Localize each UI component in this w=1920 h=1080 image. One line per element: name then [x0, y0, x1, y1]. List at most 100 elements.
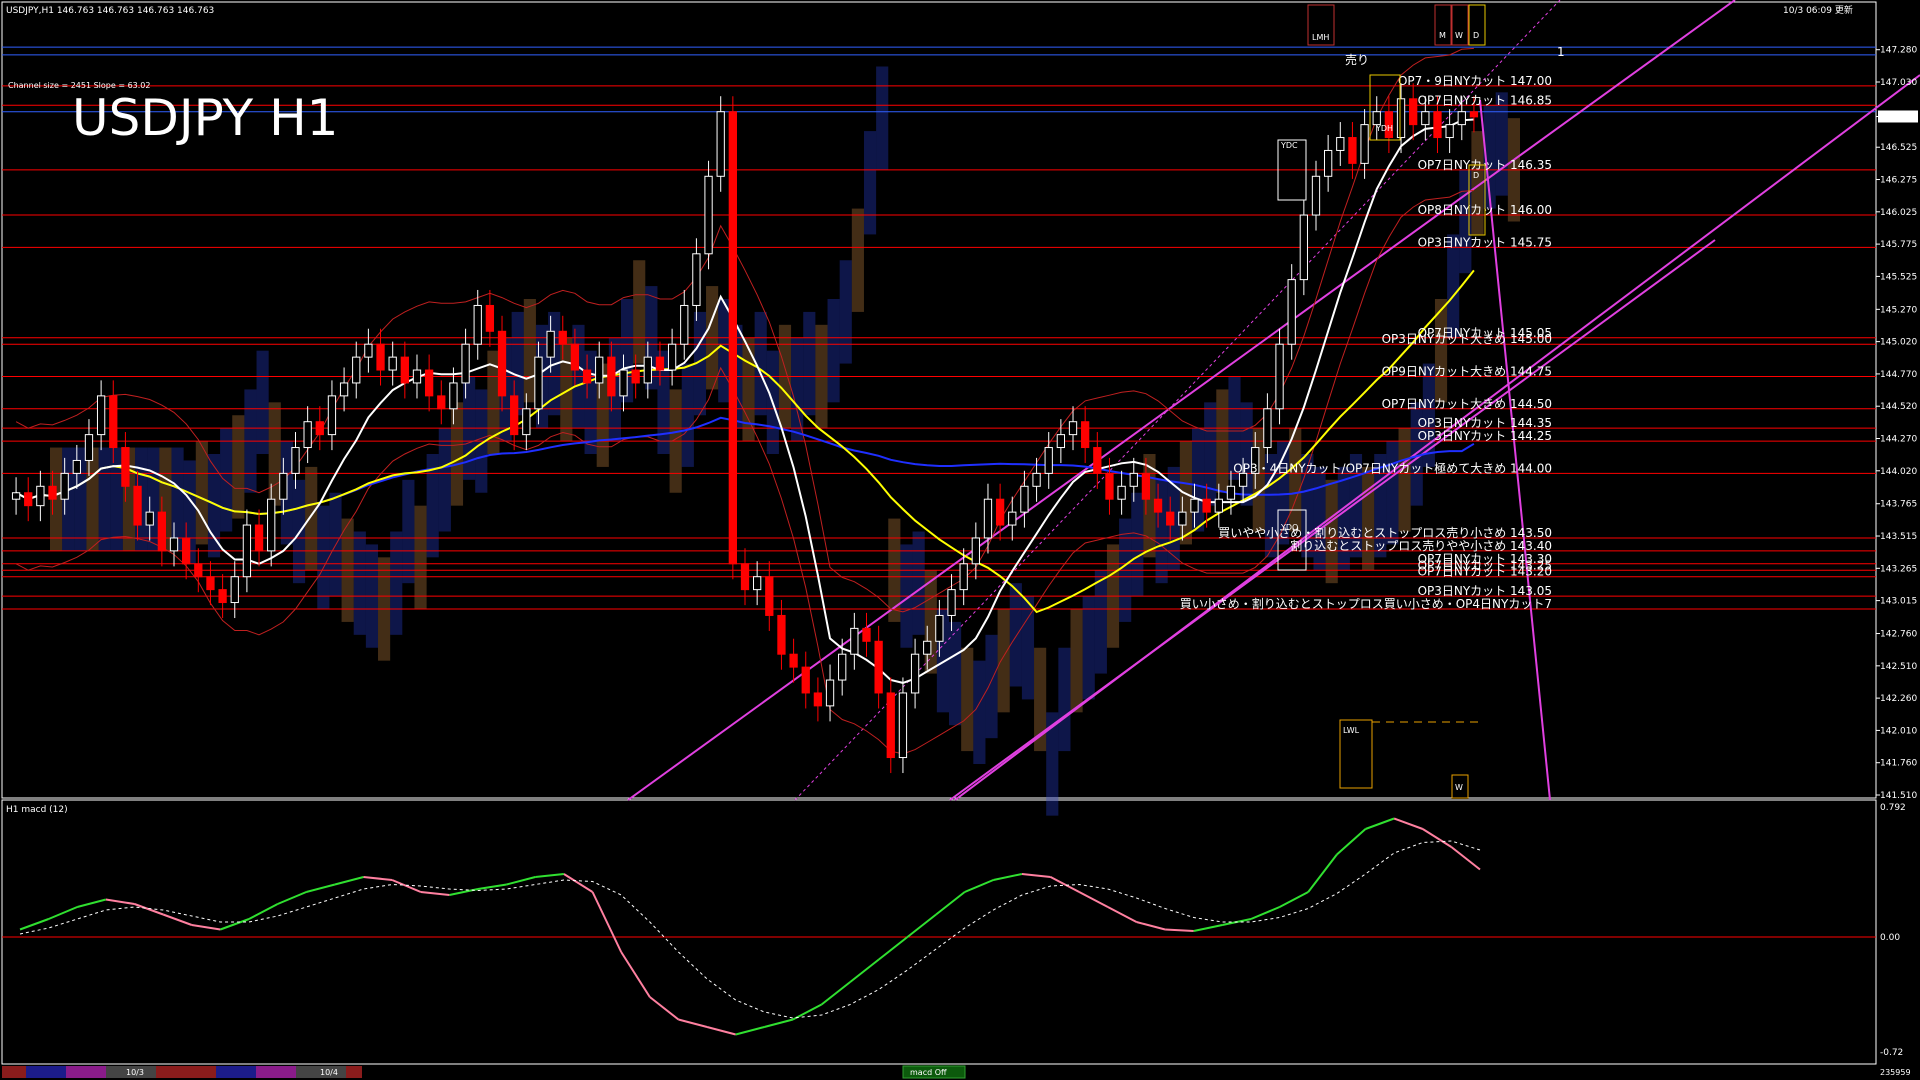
macd-seg-25 — [706, 1026, 736, 1036]
candle-body-46 — [570, 343, 580, 371]
candle-body-99 — [1214, 498, 1223, 513]
w2-label: W — [1455, 783, 1463, 792]
candle-body-91 — [1117, 485, 1126, 500]
cloud-seg-71 — [912, 531, 925, 635]
level-label-11: OP3・4日NYカット/OP7日NYカット極めて大きめ 144.00 — [1233, 460, 1552, 475]
candle-body-84 — [1032, 472, 1041, 487]
macd-seg-31 — [878, 936, 909, 961]
candle-body-16 — [206, 576, 215, 591]
y-tick-12: 144.270 — [1880, 435, 1917, 445]
y-tick-13: 144.020 — [1880, 467, 1917, 477]
cloud-seg-91 — [1155, 479, 1168, 584]
candle-body-42 — [522, 408, 531, 436]
y-tick-15: 143.515 — [1880, 532, 1917, 542]
ydc-label: YDC — [1280, 141, 1298, 150]
candle-body-61 — [753, 576, 762, 591]
macd-lines — [19, 817, 1481, 1036]
y-tick-22: 141.760 — [1880, 759, 1917, 769]
macd-seg-5 — [134, 903, 164, 916]
candle-body-114 — [1396, 98, 1406, 139]
candle-body-77 — [947, 589, 956, 616]
cloud-seg-99 — [1252, 428, 1265, 532]
candle-body-33 — [412, 369, 422, 384]
y-tick-4: 146.275 — [1880, 176, 1917, 186]
macd-seg-11 — [306, 883, 336, 893]
candle-body-97 — [1190, 498, 1199, 513]
cloud-seg-85 — [1082, 596, 1095, 700]
counter: 235959 — [1880, 1068, 1911, 1077]
candle-body-1 — [24, 492, 33, 507]
level-label-18: 買い小さめ・割り込むとストップロス買い小さめ・OP4日NYカット7 — [1180, 596, 1552, 611]
chart-info: USDJPY,H1 146.763 146.763 146.763 146.76… — [6, 6, 214, 16]
ydo-label: YDO — [1280, 523, 1298, 532]
y-tick-23: 141.510 — [1880, 791, 1917, 801]
sell-label: 売り — [1345, 52, 1369, 67]
candle-body-94 — [1153, 498, 1163, 513]
macd-seg-3 — [77, 898, 107, 908]
y-tick-17: 143.015 — [1880, 597, 1917, 607]
candle-body-68 — [838, 653, 847, 681]
candle-body-83 — [1020, 485, 1029, 513]
macd-seg-8 — [220, 918, 250, 931]
macd-seg-30 — [849, 958, 880, 983]
candle-body-88 — [1081, 421, 1090, 449]
macd-seg-36 — [1021, 873, 1051, 878]
macd-seg-1 — [19, 918, 49, 931]
cloud-seg-94 — [1191, 428, 1205, 532]
cloud-seg-22 — [317, 505, 330, 609]
lwl-label: LWL — [1343, 726, 1360, 735]
candle-body-71 — [874, 640, 883, 694]
y-tick-20: 142.260 — [1880, 694, 1917, 704]
d2-label: D — [1473, 171, 1479, 180]
candle-body-74 — [910, 653, 920, 694]
candle-body-23 — [291, 447, 300, 474]
candle-body-87 — [1068, 421, 1078, 436]
cloud-seg-75 — [961, 647, 974, 752]
candle-body-27 — [339, 382, 349, 397]
macd-seg-19 — [535, 873, 565, 878]
cloud-seg-3 — [86, 447, 99, 551]
candle-body-120 — [1469, 111, 1479, 118]
candle-body-69 — [850, 627, 859, 655]
ydh-label: YDH — [1375, 124, 1393, 133]
candle-body-106 — [1299, 214, 1308, 281]
candle-body-89 — [1093, 447, 1102, 474]
candle-body-49 — [607, 356, 616, 397]
candle-body-12 — [157, 511, 167, 552]
cloud-seg-115 — [1447, 234, 1460, 338]
candle-body-50 — [619, 369, 628, 397]
chart-canvas[interactable]: OP7・9日NYカット 147.00 OP7日NYカット 146.85 OP7日NY… — [0, 0, 1920, 1080]
macd-seg-45 — [1279, 891, 1309, 908]
candle-body-76 — [935, 614, 944, 642]
candle-body-95 — [1166, 511, 1175, 526]
macd-yzero: 0.00 — [1880, 933, 1900, 943]
candle-body-55 — [680, 304, 689, 345]
y-tick-8: 145.270 — [1880, 305, 1917, 315]
y-tick-1: 147.030 — [1880, 78, 1917, 88]
level-label-1: OP7日NYカット 146.85 — [1418, 93, 1552, 107]
cloud-seg-119 — [1495, 92, 1508, 196]
y-tick-5: 146.025 — [1880, 208, 1917, 218]
y-tick-7: 145.525 — [1880, 272, 1917, 282]
macd-seg-13 — [363, 876, 393, 881]
macd-seg-48 — [1365, 817, 1395, 830]
candle-body-73 — [898, 692, 908, 759]
macd-seg-40 — [1136, 921, 1166, 931]
candle-body-104 — [1275, 343, 1284, 410]
macd-seg-18 — [506, 876, 536, 886]
cloud-seg-98 — [1240, 402, 1253, 506]
candle-body-79 — [971, 537, 980, 565]
candle-body-51 — [631, 369, 640, 384]
cloud-seg-111 — [1398, 428, 1411, 532]
candle-body-25 — [315, 421, 324, 436]
macd-seg-26 — [735, 1026, 765, 1036]
m-label: M — [1439, 31, 1446, 40]
macd-ymax: 0.792 — [1880, 803, 1906, 813]
cloud-seg-10 — [171, 447, 184, 551]
level-label-10: OP3日NYカット 144.25 — [1418, 429, 1552, 443]
level-label-6: OP3日NYカット大きめ 145.00 — [1382, 332, 1552, 346]
level-label-13: 割り込むとストップロス売りやや小さめ 143.40 — [1290, 538, 1552, 553]
candle-body-8 — [109, 395, 118, 449]
cloud-seg-5 — [110, 447, 123, 551]
macd-label: H1 macd (12) — [6, 805, 68, 815]
